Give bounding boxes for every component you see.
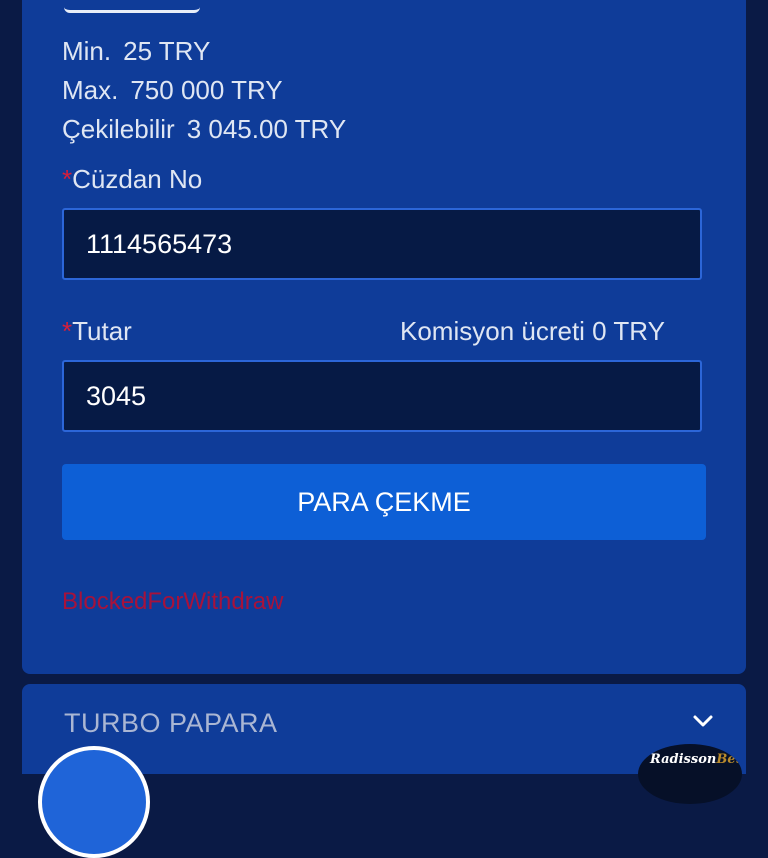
amount-label-text: Tutar (72, 316, 132, 346)
min-value: 25 TRY (123, 36, 211, 66)
available-amount: Çekilebilir 3 045.00 TRY (62, 114, 346, 145)
logo-text: RadissonBet (650, 752, 742, 767)
wallet-label: *Cüzdan No (62, 164, 202, 195)
required-mark: * (62, 316, 73, 346)
commission-text: Komisyon ücreti 0 TRY (400, 316, 665, 346)
amount-label: *Tutar (62, 316, 132, 347)
amount-field-container (62, 360, 702, 432)
wallet-number-input[interactable] (64, 210, 700, 278)
wallet-label-text: Cüzdan No (72, 164, 203, 194)
accordion-title: TURBO PAPARA (64, 708, 278, 738)
available-label: Çekilebilir (62, 114, 175, 144)
min-label: Min. (62, 36, 112, 66)
required-mark: * (62, 164, 73, 194)
max-limit: Max. 750 000 TRY (62, 75, 283, 106)
max-label: Max. (62, 75, 119, 105)
top-tab-indicator[interactable] (64, 0, 200, 13)
radissonbet-logo[interactable]: RadissonBet (638, 744, 742, 804)
amount-input[interactable] (64, 362, 700, 430)
max-value: 750 000 TRY (130, 75, 283, 105)
error-message: BlockedForWithdraw (62, 588, 284, 615)
withdraw-button[interactable]: PARA ÇEKME (62, 464, 706, 540)
wallet-field-container (62, 208, 702, 280)
chevron-down-icon[interactable] (692, 710, 714, 732)
available-value: 3 045.00 TRY (186, 114, 347, 144)
min-limit: Min. 25 TRY (62, 36, 210, 67)
chat-bubble-icon[interactable] (38, 746, 150, 858)
